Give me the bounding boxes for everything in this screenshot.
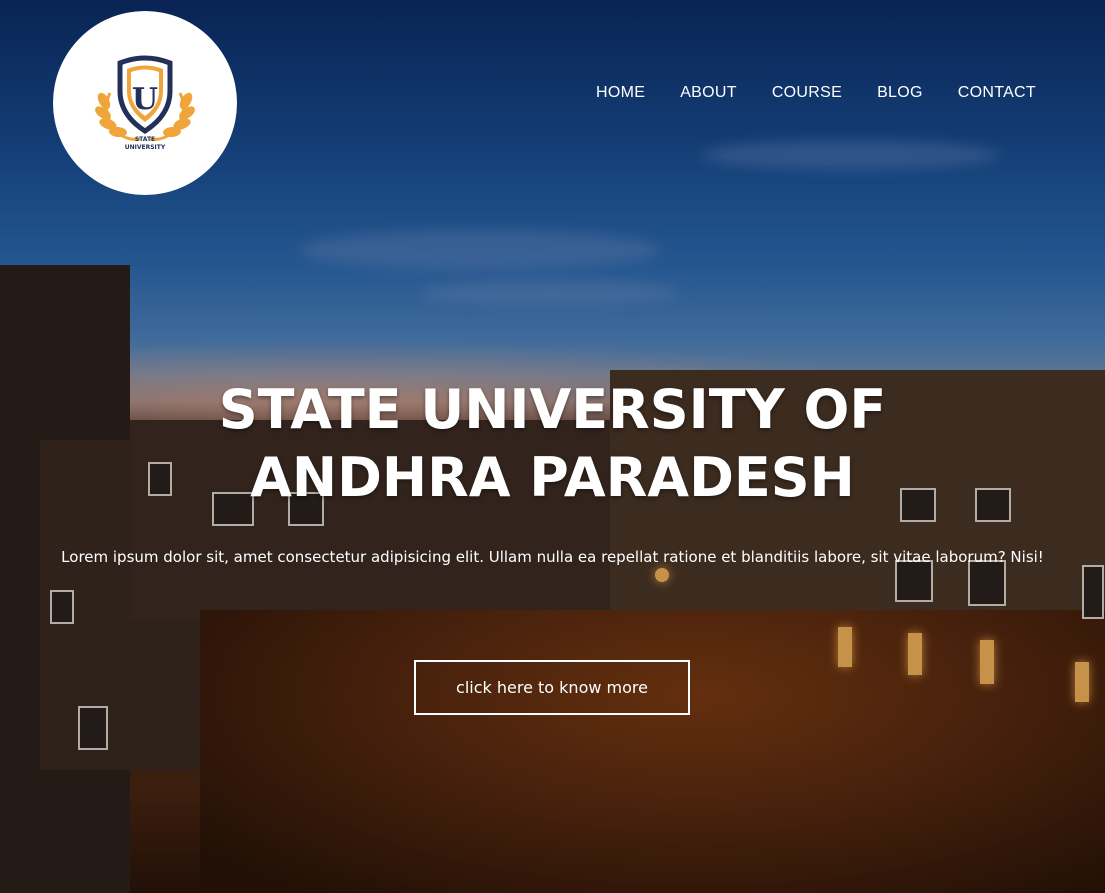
hero-title: STATE UNIVERSITY OF ANDHRA PARADESH	[218, 378, 887, 509]
nav-contact[interactable]: CONTACT	[958, 84, 1036, 102]
main-nav: HOME ABOUT COURSE BLOG CONTACT	[596, 84, 1036, 102]
svg-text:UNIVERSITY: UNIVERSITY	[125, 144, 166, 151]
shield-logo-icon: U STATE UNIVERSITY	[95, 55, 195, 151]
nav-course[interactable]: COURSE	[772, 84, 842, 102]
hero-section: U STATE UNIVERSITY HOME ABOUT COURSE BLO…	[0, 0, 1105, 893]
hero-description: Lorem ipsum dolor sit, amet consectetur …	[61, 548, 1044, 566]
svg-text:STATE: STATE	[135, 136, 155, 143]
know-more-button[interactable]: click here to know more	[414, 660, 690, 715]
university-logo[interactable]: U STATE UNIVERSITY	[53, 11, 237, 195]
nav-blog[interactable]: BLOG	[877, 84, 923, 102]
nav-about[interactable]: ABOUT	[680, 84, 737, 102]
svg-text:U: U	[132, 82, 158, 117]
nav-home[interactable]: HOME	[596, 84, 645, 102]
